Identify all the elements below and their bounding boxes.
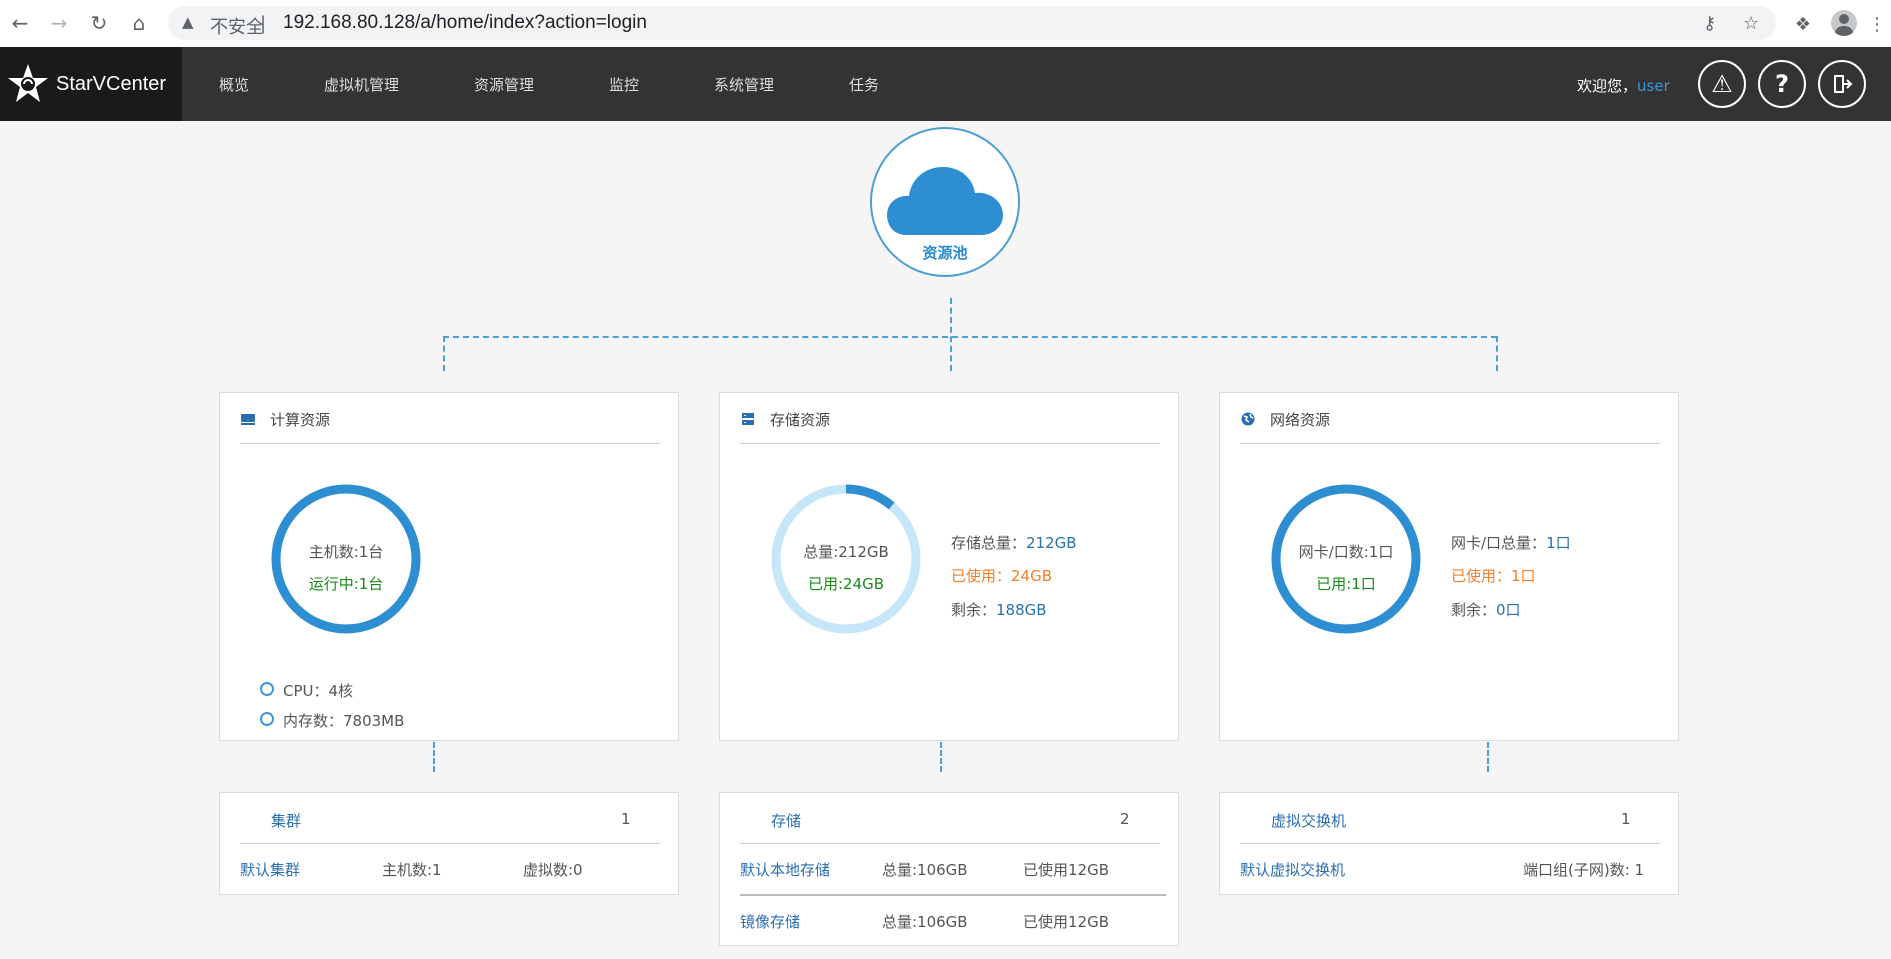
help-button[interactable]: ? — [1758, 60, 1806, 108]
url-text[interactable]: 192.168.80.128/a/home/index?action=login — [283, 12, 647, 34]
cpu-count: CPU：4核 — [283, 682, 354, 700]
logo[interactable]: StarVCenter — [0, 47, 182, 121]
address-bar[interactable]: ▲ 不安全 | 192.168.80.128/a/home/index?acti… — [168, 6, 1776, 40]
separator: | — [260, 13, 267, 34]
card-header: 存储资源 — [740, 393, 1160, 444]
memory-count: 内存数：7803MB — [283, 712, 405, 730]
storage-row-used: 已使用12GB — [1023, 861, 1110, 879]
browser-toolbar: ← → ↻ ⌂ ▲ 不安全 | 192.168.80.128/a/home/in… — [0, 0, 1891, 47]
connector — [940, 742, 942, 772]
storage-icon — [742, 413, 754, 425]
globe-icon — [1241, 412, 1255, 426]
back-icon[interactable]: ← — [7, 10, 33, 36]
card-title: 计算资源 — [270, 411, 331, 429]
card-title: 存储资源 — [770, 411, 831, 429]
storage-row-name[interactable]: 默认本地存储 — [740, 859, 830, 880]
logout-button[interactable] — [1818, 60, 1866, 108]
help-icon: ? — [1775, 70, 1789, 98]
logout-icon — [1834, 75, 1853, 93]
nic-used: 已用:1口 — [1316, 575, 1376, 593]
profile-avatar-icon[interactable] — [1831, 10, 1857, 36]
star-logo-icon — [8, 64, 48, 102]
storage-row-used: 已使用12GB — [1023, 913, 1110, 931]
nav-resource-management[interactable]: 资源管理 — [474, 74, 534, 95]
storage-row-total: 总量:106GB — [882, 861, 968, 879]
cluster-title[interactable]: 集群 — [271, 810, 301, 831]
brand-name: StarVCenter — [56, 72, 167, 95]
reload-icon[interactable]: ↻ — [86, 10, 112, 36]
insecure-label: 不安全 — [210, 17, 264, 38]
connector — [433, 742, 435, 772]
switch-name-link[interactable]: 默认虚拟交换机 — [1240, 859, 1345, 880]
warning-icon: ▲ — [182, 13, 194, 31]
key-icon[interactable]: ⚷ — [1703, 13, 1716, 34]
extensions-icon[interactable]: ❖ — [1791, 12, 1815, 36]
memory-legend-icon — [260, 712, 274, 726]
username[interactable]: user — [1637, 77, 1670, 95]
storage-list-title[interactable]: 存储 — [771, 810, 801, 831]
storage-used-stat: 已使用：24GB — [951, 567, 1053, 585]
cluster-vms: 虚拟数:0 — [523, 861, 583, 879]
nav-system-management[interactable]: 系统管理 — [714, 74, 774, 95]
switch-title[interactable]: 虚拟交换机 — [1271, 810, 1346, 831]
server-icon — [241, 414, 255, 425]
connector — [443, 336, 1497, 338]
resource-pool[interactable]: 资源池 — [870, 127, 1020, 277]
home-icon[interactable]: ⌂ — [126, 10, 152, 36]
alert-icon: ⚠ — [1711, 70, 1733, 98]
storage-free-stat: 剩余：188GB — [951, 601, 1047, 619]
nav-overview[interactable]: 概览 — [219, 74, 249, 95]
cloud-icon — [887, 167, 1003, 235]
nav-monitor[interactable]: 监控 — [609, 74, 639, 95]
divider — [740, 843, 1160, 844]
storage-list-count: 2 — [1120, 810, 1130, 828]
nic-total-stat: 网卡/口总量：1口 — [1451, 534, 1571, 552]
menu-icon[interactable]: ⋮ — [1865, 12, 1889, 36]
network-card: 网络资源 网卡/口数:1口 已用:1口 网卡/口总量：1口 已使用：1口 剩余：… — [1219, 392, 1679, 741]
pool-label: 资源池 — [922, 244, 968, 262]
storage-row-name[interactable]: 镜像存储 — [740, 911, 800, 932]
nav-vm-management[interactable]: 虚拟机管理 — [324, 74, 399, 95]
welcome-text: 欢迎您，user — [1577, 77, 1670, 95]
switch-ports: 端口组(子网)数: 1 — [1523, 861, 1645, 879]
cluster-card: 集群 1 默认集群 主机数:1 虚拟数:0 — [219, 792, 679, 895]
nic-free-stat: 剩余：0口 — [1451, 601, 1521, 619]
cluster-name-link[interactable]: 默认集群 — [240, 859, 300, 880]
storage-card: 存储资源 总量:212GB 已用:24GB 存储总量：212GB 已使用：24G… — [719, 392, 1179, 741]
card-header: 计算资源 — [240, 393, 660, 444]
connector — [1487, 742, 1489, 772]
connector — [950, 298, 952, 371]
nic-count: 网卡/口数:1口 — [1298, 543, 1394, 561]
cpu-legend-icon — [260, 682, 274, 696]
switch-card: 虚拟交换机 1 默认虚拟交换机 端口组(子网)数: 1 — [1219, 792, 1679, 895]
storage-used: 已用:24GB — [807, 575, 885, 593]
cluster-count: 1 — [621, 810, 631, 828]
forward-icon[interactable]: → — [46, 10, 72, 36]
divider — [1240, 843, 1660, 844]
compute-card: 计算资源 主机数:1台 运行中:1台 CPU：4核 内存数：7803MB — [219, 392, 679, 741]
switch-count: 1 — [1621, 810, 1631, 828]
divider — [740, 894, 1166, 896]
nic-used-stat: 已使用：1口 — [1451, 567, 1536, 585]
star-icon[interactable]: ☆ — [1743, 13, 1759, 34]
storage-total: 总量:212GB — [803, 543, 889, 561]
card-header: 网络资源 — [1240, 393, 1660, 444]
connector — [1496, 336, 1498, 371]
app-header: StarVCenter 概览 虚拟机管理 资源管理 监控 系统管理 任务 欢迎您… — [0, 47, 1891, 121]
cluster-hosts: 主机数:1 — [382, 861, 442, 879]
storage-total-stat: 存储总量：212GB — [951, 534, 1077, 552]
host-count: 主机数:1台 — [308, 543, 384, 561]
storage-list-card: 存储 2 默认本地存储 总量:106GB 已使用12GB 镜像存储 总量:106… — [719, 792, 1179, 946]
alert-button[interactable]: ⚠ — [1698, 60, 1746, 108]
storage-row-total: 总量:106GB — [882, 913, 968, 931]
host-running: 运行中:1台 — [308, 575, 384, 593]
connector — [443, 336, 445, 371]
nav-tasks[interactable]: 任务 — [849, 74, 879, 95]
card-title: 网络资源 — [1270, 411, 1331, 429]
divider — [240, 843, 660, 844]
